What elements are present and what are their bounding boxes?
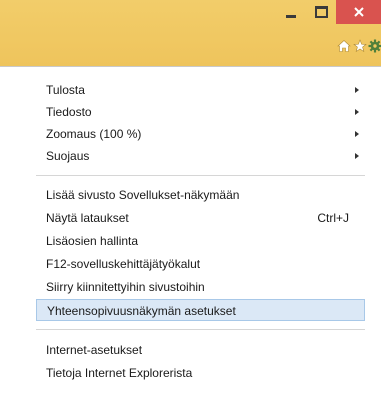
submenu-arrow-icon [355,109,359,115]
menu-item-pinned-sites[interactable]: Siirry kiinnitettyihin sivustoihin [36,276,365,298]
minimize-button[interactable] [276,0,306,24]
close-button[interactable] [336,0,381,24]
menu-separator [36,329,365,330]
menu-item-safety[interactable]: Suojaus [36,145,365,167]
menu-item-label: Yhteensopivuusnäkymän asetukset [47,304,236,318]
gear-icon[interactable] [367,38,381,54]
menu-item-label: Tietoja Internet Explorerista [46,366,193,380]
maximize-icon [314,6,328,18]
menu-item-internet-options[interactable]: Internet-asetukset [36,339,365,361]
menu-item-label: Suojaus [46,149,90,163]
minimize-icon [286,14,296,18]
menu-item-label: Tiedosto [46,105,92,119]
star-icon[interactable] [352,38,368,54]
menu-item-about-ie[interactable]: Tietoja Internet Explorerista [36,362,365,384]
menu-item-file[interactable]: Tiedosto [36,101,365,123]
menu-item-view-downloads[interactable]: Näytä lataukset Ctrl+J [36,207,365,229]
menu-item-label: Tulosta [46,83,85,97]
submenu-arrow-icon [355,131,359,137]
menu-item-label: Internet-asetukset [46,343,143,357]
menu-item-label: Näytä lataukset [46,211,129,225]
menu-item-label: Lisää sivusto Sovellukset-näkymään [46,188,240,202]
menu-item-shortcut: Ctrl+J [317,211,349,225]
menu-item-label: Lisäosien hallinta [46,234,139,248]
menu-item-zoom[interactable]: Zoomaus (100 %) [36,123,365,145]
menu-item-label: Siirry kiinnitettyihin sivustoihin [46,280,205,294]
menu-item-label: Zoomaus (100 %) [46,127,142,141]
tools-menu: Tulosta Tiedosto Zoomaus (100 %) Suojaus… [0,66,381,414]
close-icon [353,7,364,17]
menu-item-add-site-apps[interactable]: Lisää sivusto Sovellukset-näkymään [36,184,365,206]
menu-item-label: F12-sovelluskehittäjätyökalut [46,257,201,271]
submenu-arrow-icon [355,153,359,159]
home-icon[interactable] [336,38,352,54]
maximize-button[interactable] [306,0,336,24]
menu-item-print[interactable]: Tulosta [36,79,365,101]
menu-item-f12-devtools[interactable]: F12-sovelluskehittäjätyökalut [36,253,365,275]
menu-item-manage-addons[interactable]: Lisäosien hallinta [36,230,365,252]
submenu-arrow-icon [355,87,359,93]
menu-item-compatibility-view-settings[interactable]: Yhteensopivuusnäkymän asetukset [36,299,365,321]
menu-separator [36,175,365,176]
window-titlebar [0,0,381,75]
